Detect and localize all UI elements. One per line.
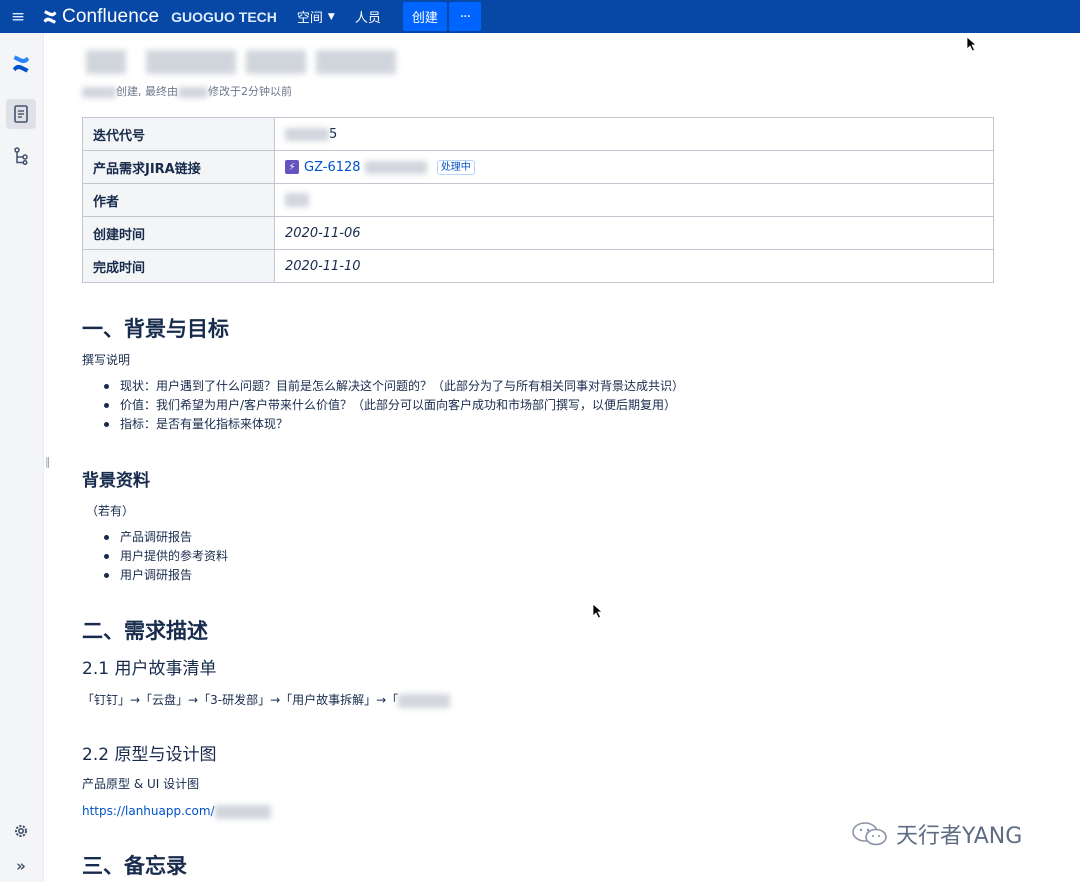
list-item: 价值：我们希望为用户/客户带来什么价值？（此部分可以面向客户成功和市场部门撰写，… bbox=[104, 396, 684, 415]
table-label: 完成时间 bbox=[82, 249, 275, 283]
jira-key[interactable]: GZ-6128 bbox=[304, 160, 361, 175]
completed-date: 2020-11-10 bbox=[274, 249, 994, 283]
list-item: 用户调研报告 bbox=[104, 566, 228, 585]
author-mention[interactable] bbox=[285, 193, 309, 207]
mouse-cursor-icon bbox=[966, 36, 978, 52]
confluence-logo[interactable]: Confluence bbox=[42, 6, 159, 28]
left-sidebar: » bbox=[0, 33, 44, 882]
table-label: 迭代代号 bbox=[82, 117, 275, 151]
top-navigation-bar: ≡ Confluence GUOGUO TECH 空间 ▼ 人员 创建 ··· bbox=[0, 0, 1080, 33]
create-button[interactable]: 创建 bbox=[402, 2, 447, 31]
subsection-heading: 背景资料 bbox=[82, 471, 150, 491]
writing-guide-label: 撰写说明 bbox=[82, 353, 131, 367]
section-heading: 二、需求描述 bbox=[82, 619, 208, 643]
bullet-list: 现状：用户遇到了什么问题？目前是怎么解决这个问题的？（此部分为了与所有相关同事对… bbox=[104, 377, 684, 434]
pages-icon[interactable] bbox=[6, 99, 36, 129]
settings-icon[interactable] bbox=[6, 816, 36, 846]
table-value bbox=[274, 183, 994, 217]
watermark: 天行者YANG bbox=[850, 818, 1022, 850]
nav-spaces[interactable]: 空间 ▼ bbox=[297, 7, 335, 26]
table-label: 作者 bbox=[82, 183, 275, 217]
brand-name: Confluence bbox=[62, 5, 160, 27]
table-row: 创建时间 2020-11-06 bbox=[82, 216, 994, 250]
created-date: 2020-11-06 bbox=[274, 216, 994, 250]
page-title bbox=[86, 48, 398, 78]
byline-created: 创建, 最终由 bbox=[116, 85, 178, 98]
sidebar-resize-handle[interactable]: || bbox=[45, 455, 51, 468]
story-path-text: 「钉钉」→「云盘」→「3-研发部」→「用户故事拆解」→「 bbox=[82, 693, 399, 707]
table-row: 迭代代号 5 bbox=[82, 117, 994, 151]
nav-people[interactable]: 人员 bbox=[355, 7, 381, 26]
optional-note: （若有） bbox=[86, 504, 135, 518]
byline-modified: 修改于2分钟以前 bbox=[208, 85, 292, 98]
list-item: 指标：是否有量化指标来体现？ bbox=[104, 415, 684, 434]
table-value: 5 bbox=[274, 117, 994, 151]
list-item: 产品调研报告 bbox=[104, 528, 228, 547]
mouse-cursor-icon bbox=[592, 603, 604, 619]
more-button[interactable]: ··· bbox=[448, 2, 481, 31]
table-label: 产品需求JIRA链接 bbox=[82, 150, 275, 184]
workspace-name[interactable]: GUOGUO TECH bbox=[171, 9, 277, 25]
page-properties-table: 迭代代号 5 产品需求JIRA链接 ⚡ GZ-6128 处理中 作者 创建时间 2… bbox=[82, 117, 994, 283]
table-row: 产品需求JIRA链接 ⚡ GZ-6128 处理中 bbox=[82, 150, 994, 184]
table-row: 完成时间 2020-11-10 bbox=[82, 249, 994, 283]
expand-icon[interactable]: » bbox=[6, 851, 36, 881]
page-byline: 创建, 最终由 修改于2分钟以前 bbox=[82, 83, 292, 99]
section-heading: 一、背景与目标 bbox=[82, 317, 229, 341]
section-heading: 三、备忘录 bbox=[82, 854, 187, 878]
table-label: 创建时间 bbox=[82, 216, 275, 250]
bullet-list: 产品调研报告 用户提供的参考资料 用户调研报告 bbox=[104, 528, 228, 585]
prototype-link-text[interactable]: https://lanhuapp.com/ bbox=[82, 804, 215, 818]
confluence-logo-icon bbox=[43, 9, 57, 24]
iteration-code: 5 bbox=[329, 126, 338, 142]
table-row: 作者 bbox=[82, 183, 994, 217]
prototype-description: 产品原型 & UI 设计图 bbox=[82, 777, 200, 791]
hamburger-icon[interactable]: ≡ bbox=[0, 0, 36, 33]
nav-people-label: 人员 bbox=[354, 11, 381, 26]
wechat-logo-icon bbox=[852, 822, 887, 846]
chevron-down-icon: ▼ bbox=[327, 11, 335, 22]
jira-issue-link[interactable]: ⚡ GZ-6128 处理中 bbox=[274, 150, 994, 184]
prototype-link[interactable]: https://lanhuapp.com/ bbox=[82, 804, 271, 819]
jira-status-badge: 处理中 bbox=[436, 159, 475, 175]
subsection-heading: 2.2 原型与设计图 bbox=[82, 745, 217, 765]
list-item: 用户提供的参考资料 bbox=[104, 547, 228, 566]
confluence-logo-icon[interactable] bbox=[6, 49, 36, 79]
story-path: 「钉钉」→「云盘」→「3-研发部」→「用户故事拆解」→「 bbox=[82, 691, 451, 708]
nav-spaces-label: 空间 bbox=[296, 11, 323, 26]
list-item: 现状：用户遇到了什么问题？目前是怎么解决这个问题的？（此部分为了与所有相关同事对… bbox=[104, 377, 684, 396]
watermark-text: 天行者YANG bbox=[896, 824, 1023, 849]
subsection-heading: 2.1 用户故事清单 bbox=[82, 659, 217, 679]
jira-epic-icon: ⚡ bbox=[285, 160, 299, 174]
page-tree-icon[interactable] bbox=[6, 141, 36, 171]
